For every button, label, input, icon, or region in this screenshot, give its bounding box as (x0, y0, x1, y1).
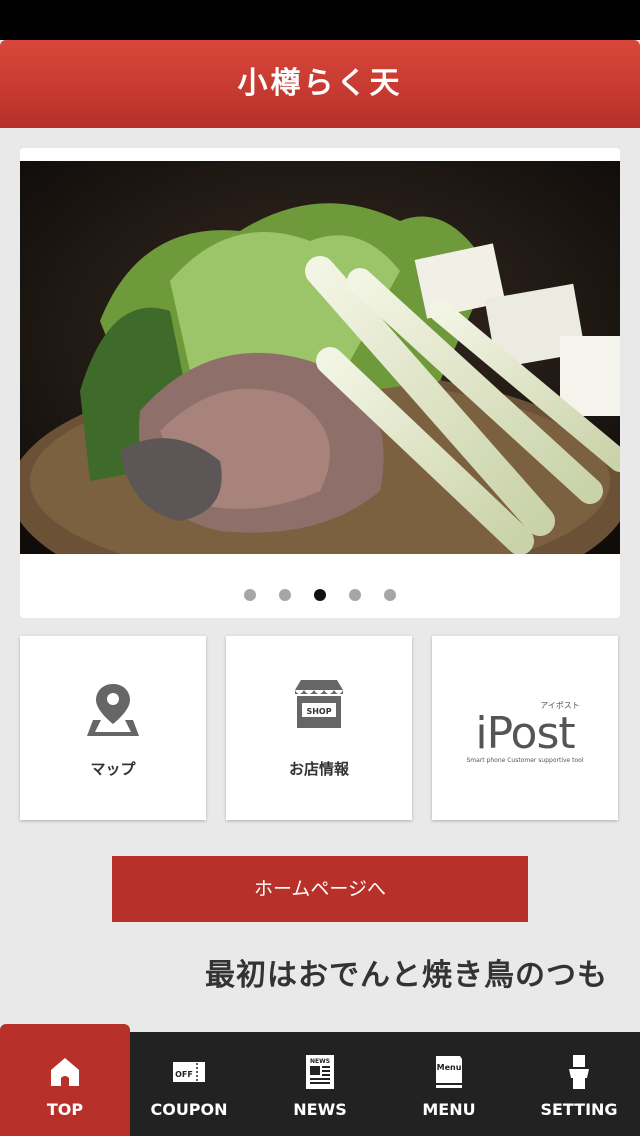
image-slider[interactable] (20, 148, 620, 618)
tile-map[interactable]: マップ (20, 636, 206, 820)
homepage-button[interactable]: ホームページへ (112, 856, 528, 922)
slider-dot-active[interactable] (314, 589, 326, 601)
ipost-wordmark: iPost (475, 708, 575, 759)
menu-book-icon: Menu (384, 1054, 514, 1090)
svg-text:Menu: Menu (437, 1063, 462, 1072)
svg-text:OFF: OFF (175, 1070, 193, 1079)
homepage-button-label: ホームページへ (253, 878, 387, 900)
tile-ipost[interactable]: アイポスト iPost Smart phone Customer support… (432, 636, 618, 820)
tile-map-label: マップ (90, 760, 136, 778)
ipost-tagline: Smart phone Customer supportive tool (466, 757, 584, 764)
slider-pagination (20, 586, 620, 601)
home-icon (0, 1054, 130, 1090)
slider-dot[interactable] (243, 589, 256, 601)
tile-shop-info-label: お店情報 (288, 760, 349, 778)
tab-news-label: NEWS (293, 1100, 347, 1119)
slide-image-food-photo[interactable] (20, 161, 620, 554)
food-photo (20, 161, 620, 554)
tab-setting[interactable]: SETTING (514, 1032, 640, 1136)
svg-text:SHOP: SHOP (306, 707, 331, 716)
tab-menu[interactable]: Menu MENU (384, 1032, 514, 1136)
map-pin-icon (20, 680, 206, 750)
svg-text:NEWS: NEWS (310, 1058, 330, 1065)
tab-coupon[interactable]: OFF COUPON (124, 1032, 254, 1136)
tab-coupon-label: COUPON (150, 1100, 228, 1119)
status-bar (0, 0, 640, 40)
tile-shop-info[interactable]: SHOP お店情報 (226, 636, 412, 820)
coupon-icon: OFF (124, 1054, 254, 1090)
slider-dot[interactable] (278, 589, 291, 601)
slider-dot[interactable] (384, 589, 397, 601)
tab-menu-label: MENU (422, 1100, 476, 1119)
newspaper-icon: NEWS (255, 1054, 385, 1090)
app-title: 小樽らく天 (237, 66, 403, 101)
tab-news[interactable]: NEWS NEWS (255, 1032, 385, 1136)
ipost-logo: アイポスト iPost Smart phone Customer support… (432, 700, 618, 764)
shop-icon: SHOP (226, 676, 412, 746)
slider-dot[interactable] (349, 589, 362, 601)
news-ticker: 最初はおでんと焼き鳥のつも (205, 958, 608, 993)
tab-top-label: TOP (46, 1100, 84, 1119)
tab-setting-label: SETTING (540, 1100, 618, 1119)
person-icon (514, 1054, 640, 1090)
app-header: 小樽らく天 (0, 40, 640, 128)
tab-top[interactable]: TOP (0, 1024, 130, 1136)
